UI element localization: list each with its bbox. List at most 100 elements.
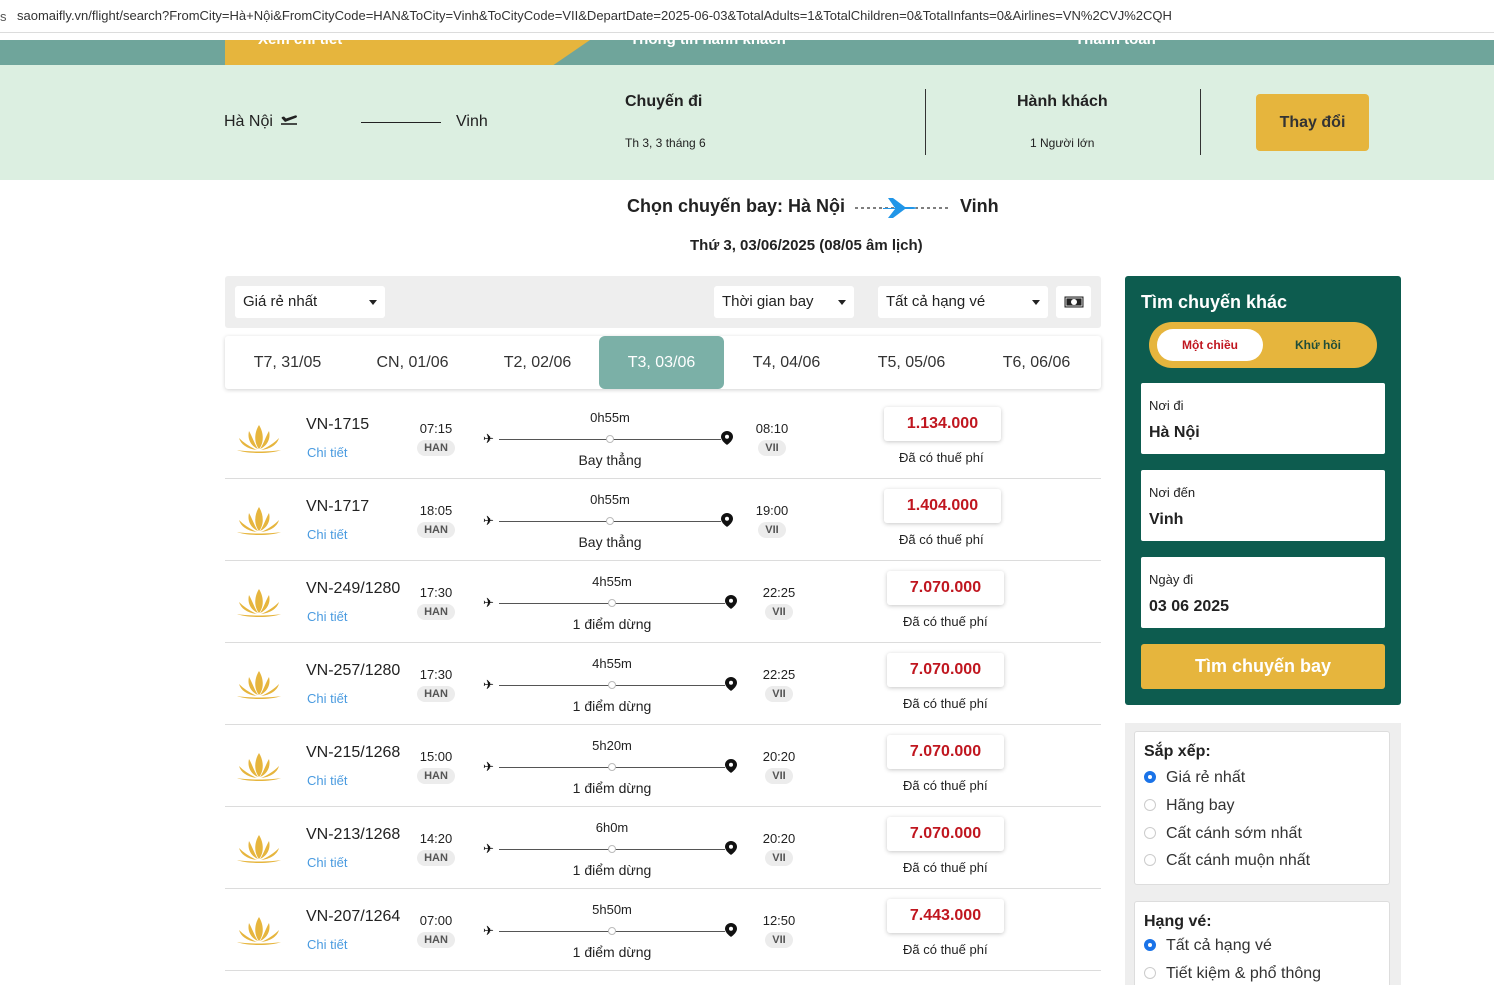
flight-row[interactable]: VN-213/1268 Chi tiết 14:20 HAN 6h0m ✈ 1 điểm d…: [225, 807, 1101, 889]
route: 6h0m ✈ 1 điểm dừng: [483, 807, 739, 889]
price-button[interactable]: 1.134.000: [884, 407, 1001, 441]
destination-field[interactable]: Nơi đến Vinh: [1141, 470, 1385, 541]
change-search-button[interactable]: Thay đổi: [1256, 94, 1369, 151]
flight-time-select[interactable]: Thời gian bay: [714, 286, 854, 318]
sort-option[interactable]: Cất cánh sớm nhất: [1144, 825, 1302, 843]
departure: 18:05 HAN: [413, 479, 459, 538]
date-tab-active[interactable]: T3, 03/06: [599, 336, 724, 389]
date-field[interactable]: Ngày đi 03 06 2025: [1141, 557, 1385, 628]
date-tab[interactable]: CN, 01/06: [350, 336, 475, 389]
flight-duration: 4h55m: [592, 574, 632, 589]
arrival: 20:20 VII: [756, 725, 802, 784]
origin-value: Hà Nội: [1149, 424, 1200, 441]
class-option[interactable]: Tất cả hạng vé: [1144, 937, 1272, 955]
round-trip-option[interactable]: Khứ hồi: [1265, 329, 1371, 361]
flight-detail-link[interactable]: Chi tiết: [307, 609, 347, 624]
flight-number: VN-1717: [306, 498, 370, 515]
search-panel-title: Tìm chuyến khác: [1141, 292, 1288, 312]
chevron-down-icon: [369, 300, 377, 305]
price-button[interactable]: 7.070.000: [887, 653, 1004, 687]
sort-select[interactable]: Giá rẻ nhất: [235, 286, 385, 318]
departure-code: HAN: [417, 604, 455, 620]
flight-number: VN-207/1264: [306, 908, 401, 925]
url-text[interactable]: saomaifly.vn/flight/search?FromCity=Hà+N…: [17, 8, 1172, 23]
date-tab[interactable]: T7, 31/05: [225, 336, 350, 389]
search-panel: Tìm chuyến khác Một chiều Khứ hồi Nơi đi…: [1125, 276, 1401, 705]
flight-detail-link[interactable]: Chi tiết: [307, 773, 347, 788]
departure-time: 14:20: [419, 831, 453, 846]
flight-row[interactable]: VN-257/1280 Chi tiết 17:30 HAN 4h55m ✈ 1 điểm …: [225, 643, 1101, 725]
flight-duration: 0h55m: [590, 410, 630, 425]
flight-detail-link[interactable]: Chi tiết: [307, 855, 347, 870]
search-flights-button[interactable]: Tìm chuyến bay: [1141, 644, 1385, 689]
departure-time: 17:30: [419, 667, 453, 682]
currency-button[interactable]: [1056, 286, 1091, 318]
route: 4h55m ✈ 1 điểm dừng: [483, 561, 739, 643]
route-midpoint: [606, 435, 614, 443]
step-3-label: Thanh toán: [1075, 40, 1156, 48]
arrival-code: VII: [765, 686, 793, 702]
departure-time: 17:30: [419, 585, 453, 600]
arrival-time: 20:20: [762, 831, 796, 846]
map-pin-icon: [725, 677, 737, 691]
ticket-class-select[interactable]: Tất cả hạng vé: [878, 286, 1048, 318]
date-tab[interactable]: T6, 06/06: [974, 336, 1099, 389]
departure-time: 18:05: [419, 503, 453, 518]
destination-label: Nơi đến: [1149, 485, 1196, 500]
flight-row[interactable]: VN-1717 Chi tiết 18:05 HAN 0h55m ✈ Bay thẳng 19…: [225, 479, 1101, 561]
departure-code: HAN: [417, 768, 455, 784]
route-midpoint: [608, 681, 616, 689]
sort-option[interactable]: Giá rẻ nhất: [1144, 769, 1245, 787]
price-button[interactable]: 1.404.000: [884, 489, 1001, 523]
flight-row[interactable]: VN-249/1280 Chi tiết 17:30 HAN 4h55m ✈ 1 điểm …: [225, 561, 1101, 643]
one-way-option[interactable]: Một chiều: [1157, 329, 1263, 361]
lotus-logo-icon: [233, 667, 285, 701]
passenger-title: Hành khách: [1017, 93, 1108, 110]
flight-row[interactable]: VN-215/1268 Chi tiết 15:00 HAN 5h20m ✈ 1 điểm …: [225, 725, 1101, 807]
departure: 15:00 HAN: [413, 725, 459, 784]
plane-icon: ✈: [483, 677, 494, 692]
flight-number: VN-213/1268: [306, 826, 401, 843]
tax-note: Đã có thuế phí: [899, 532, 984, 547]
price-button[interactable]: 7.443.000: [887, 899, 1004, 933]
date-tab[interactable]: T2, 02/06: [475, 336, 600, 389]
departure: 07:15 HAN: [413, 397, 459, 456]
tax-note: Đã có thuế phí: [903, 696, 988, 711]
radio-icon: [1144, 967, 1156, 979]
price-button[interactable]: 7.070.000: [887, 817, 1004, 851]
flight-detail-link[interactable]: Chi tiết: [307, 691, 347, 706]
arrival-time: 22:25: [762, 667, 796, 682]
radio-icon: [1144, 799, 1156, 811]
browser-address-bar[interactable]: s saomaifly.vn/flight/search?FromCity=Hà…: [0, 0, 1494, 33]
flight-row[interactable]: VN-207/1264 Chi tiết 07:00 HAN 5h50m ✈ 1 điểm …: [225, 889, 1101, 971]
flight-detail-link[interactable]: Chi tiết: [307, 445, 347, 460]
date-label: Ngày đi: [1149, 572, 1194, 587]
origin-field[interactable]: Nơi đi Hà Nội: [1141, 383, 1385, 454]
radio-icon: [1144, 854, 1156, 866]
map-pin-icon: [721, 431, 733, 445]
tax-note: Đã có thuế phí: [903, 860, 988, 875]
arrival-time: 08:10: [755, 421, 789, 436]
flight-detail-link[interactable]: Chi tiết: [307, 937, 347, 952]
sort-option[interactable]: Cất cánh muộn nhất: [1144, 852, 1310, 870]
class-option[interactable]: Tiết kiệm & phổ thông: [1144, 965, 1321, 983]
lotus-logo-icon: [233, 421, 285, 455]
map-pin-icon: [725, 841, 737, 855]
sort-box-title: Sắp xếp:: [1144, 743, 1211, 760]
date-tab[interactable]: T4, 04/06: [724, 336, 849, 389]
map-pin-icon: [725, 595, 737, 609]
route: 5h50m ✈ 1 điểm dừng: [483, 889, 739, 971]
stops-info: 1 điểm dừng: [572, 616, 652, 632]
plane-icon: ✈: [483, 923, 494, 938]
ticket-class-box: Hạng vé: Tất cả hạng vé Tiết kiệm & phổ …: [1134, 901, 1390, 985]
destination-title: Vinh: [960, 196, 999, 216]
flight-row[interactable]: VN-1715 Chi tiết 07:15 HAN 0h55m ✈ Bay thẳng 08…: [225, 397, 1101, 479]
price-button[interactable]: 7.070.000: [887, 571, 1004, 605]
sort-option[interactable]: Hãng bay: [1144, 797, 1235, 815]
flight-detail-link[interactable]: Chi tiết: [307, 527, 347, 542]
money-icon: [1064, 296, 1083, 308]
date-tab[interactable]: T5, 05/06: [849, 336, 974, 389]
ticket-class-value: Tất cả hạng vé: [886, 293, 986, 310]
price-button[interactable]: 7.070.000: [887, 735, 1004, 769]
departure-code: HAN: [417, 440, 455, 456]
